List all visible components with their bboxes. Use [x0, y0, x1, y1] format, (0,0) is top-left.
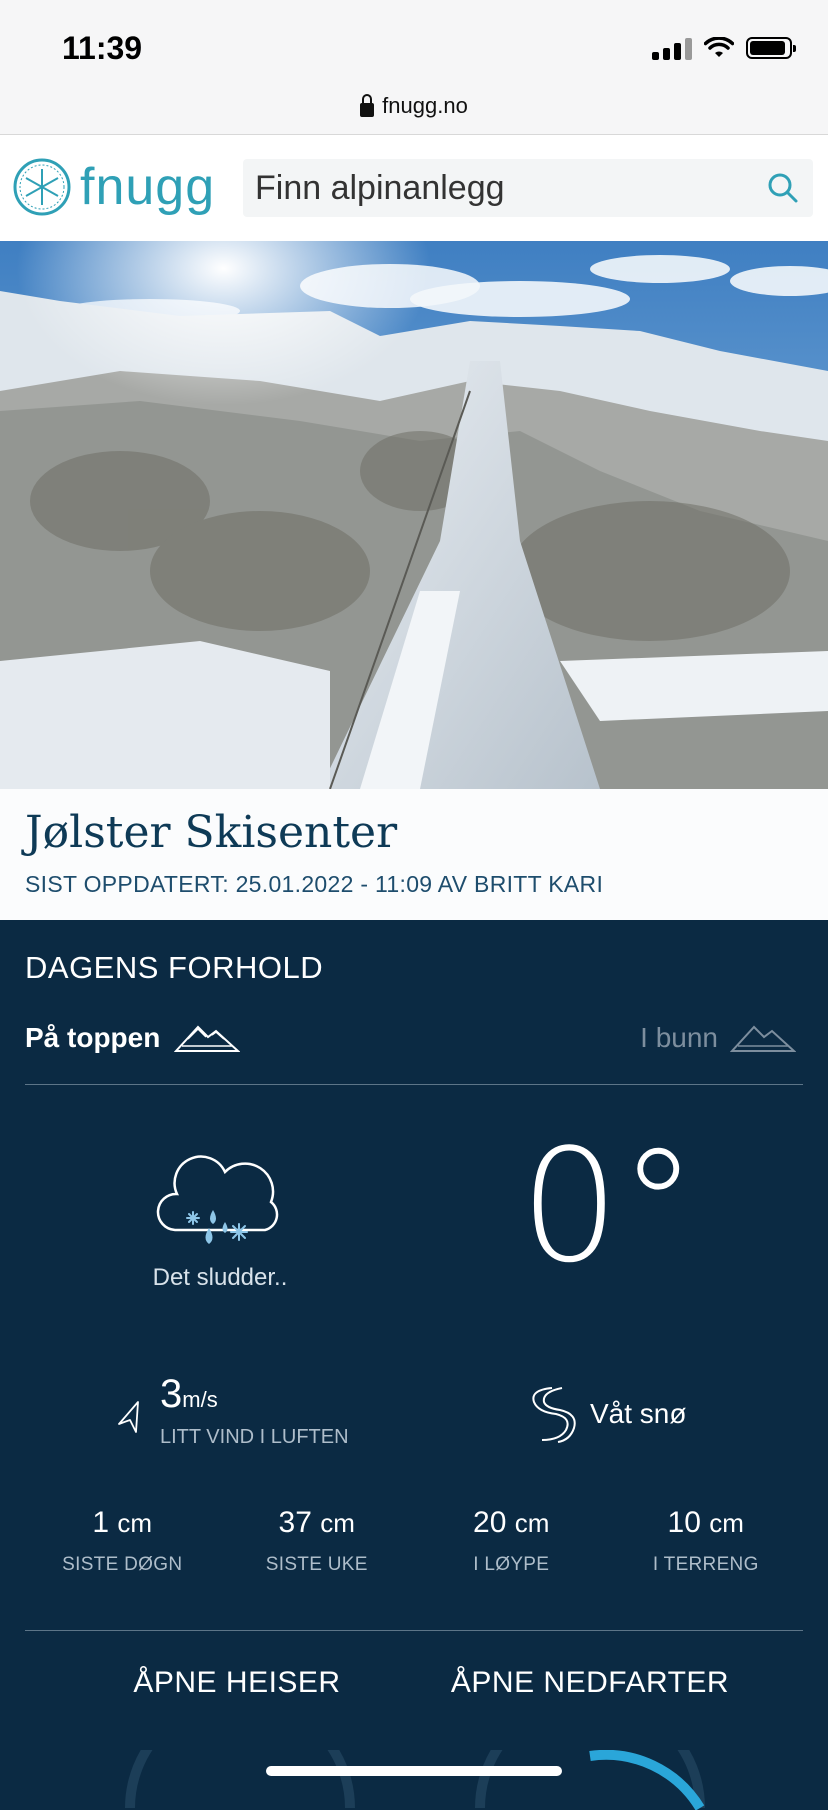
open-runs-gauge — [475, 1750, 705, 1810]
wifi-icon — [704, 37, 734, 57]
mountain-icon — [174, 1025, 241, 1052]
resort-hero-image — [0, 241, 828, 789]
stat-label: SISTE DØGN — [62, 1554, 183, 1575]
tab-bottom-label: I bunn — [640, 1022, 718, 1053]
wind-speed-unit: m/s — [182, 1387, 218, 1412]
logo-text: fnugg — [80, 158, 216, 216]
open-lifts-gauge — [125, 1750, 355, 1809]
wind-speed: 3m/s — [160, 1372, 218, 1417]
fnugg-logo[interactable]: fnugg — [12, 157, 215, 217]
url-text[interactable]: fnugg.no — [382, 93, 468, 119]
stat-unit: cm — [117, 1508, 153, 1538]
home-indicator[interactable] — [266, 1766, 562, 1776]
stat-unit: cm — [709, 1508, 744, 1538]
stat-label: I LØYPE — [473, 1554, 550, 1575]
stat-unit: cm — [320, 1508, 355, 1538]
site-header: fnugg — [0, 135, 828, 241]
stat-on-trail: 20 cm I LØYPE — [414, 1506, 609, 1576]
ski-trail-icon — [532, 1387, 576, 1443]
open-runs-heading: ÅPNE NEDFARTER — [450, 1666, 730, 1699]
browser-url-bar[interactable]: fnugg.no — [0, 78, 828, 135]
stat-label: SISTE UKE — [265, 1554, 368, 1575]
conditions-panel: DAGENS FORHOLD På toppen I bunn Det slud… — [0, 920, 828, 1810]
weather-description: Det sludder.. — [152, 1264, 288, 1291]
lock-icon — [360, 94, 375, 117]
conditions-heading: DAGENS FORHOLD — [25, 950, 324, 985]
open-lifts-heading: ÅPNE HEISER — [133, 1666, 341, 1699]
tab-divider — [25, 1084, 803, 1085]
stat-value: 1 — [92, 1506, 110, 1539]
snowflake-icon — [13, 158, 71, 216]
signal-icon — [652, 36, 692, 60]
battery-icon — [746, 37, 796, 59]
snow-type: Våt snø — [590, 1398, 687, 1429]
stat-last-day: 1 cm SISTE DØGN — [25, 1506, 220, 1576]
tab-bottom[interactable]: I bunn — [640, 1022, 796, 1054]
search-icon[interactable] — [767, 172, 799, 204]
wind-speed-value: 3 — [160, 1372, 183, 1416]
stat-off-piste: 10 cm I TERRENG — [609, 1506, 804, 1576]
resort-name: Jølster Skisenter — [25, 807, 398, 858]
stat-value: 37 — [278, 1506, 312, 1539]
search-input[interactable] — [243, 167, 727, 209]
stats-divider — [25, 1630, 803, 1631]
status-time: 11:39 — [62, 30, 143, 66]
temperature: 0° — [520, 1115, 698, 1297]
tab-top[interactable]: På toppen — [25, 1022, 241, 1054]
snow-stats: 1 cm SISTE DØGN 37 cm SISTE UKE 20 cm I … — [25, 1506, 803, 1576]
sleet-cloud-icon — [156, 1155, 279, 1244]
wind-arrow-icon — [118, 1401, 139, 1433]
tab-top-label: På toppen — [25, 1022, 161, 1053]
wind-label: LITT VIND I LUFTEN — [160, 1426, 349, 1448]
status-icons — [652, 36, 796, 60]
stat-value: 10 — [667, 1506, 701, 1539]
mountain-icon — [730, 1025, 796, 1052]
resort-title-block: Jølster Skisenter SIST OPPDATERT: 25.01.… — [0, 789, 828, 920]
stat-label: I TERRENG — [652, 1554, 759, 1575]
last-updated-text: SIST OPPDATERT: 25.01.2022 - 11:09 AV BR… — [25, 871, 604, 897]
stat-last-week: 37 cm SISTE UKE — [220, 1506, 415, 1576]
stat-value: 20 — [473, 1506, 507, 1539]
search-box[interactable] — [243, 159, 813, 217]
stat-unit: cm — [514, 1508, 550, 1538]
